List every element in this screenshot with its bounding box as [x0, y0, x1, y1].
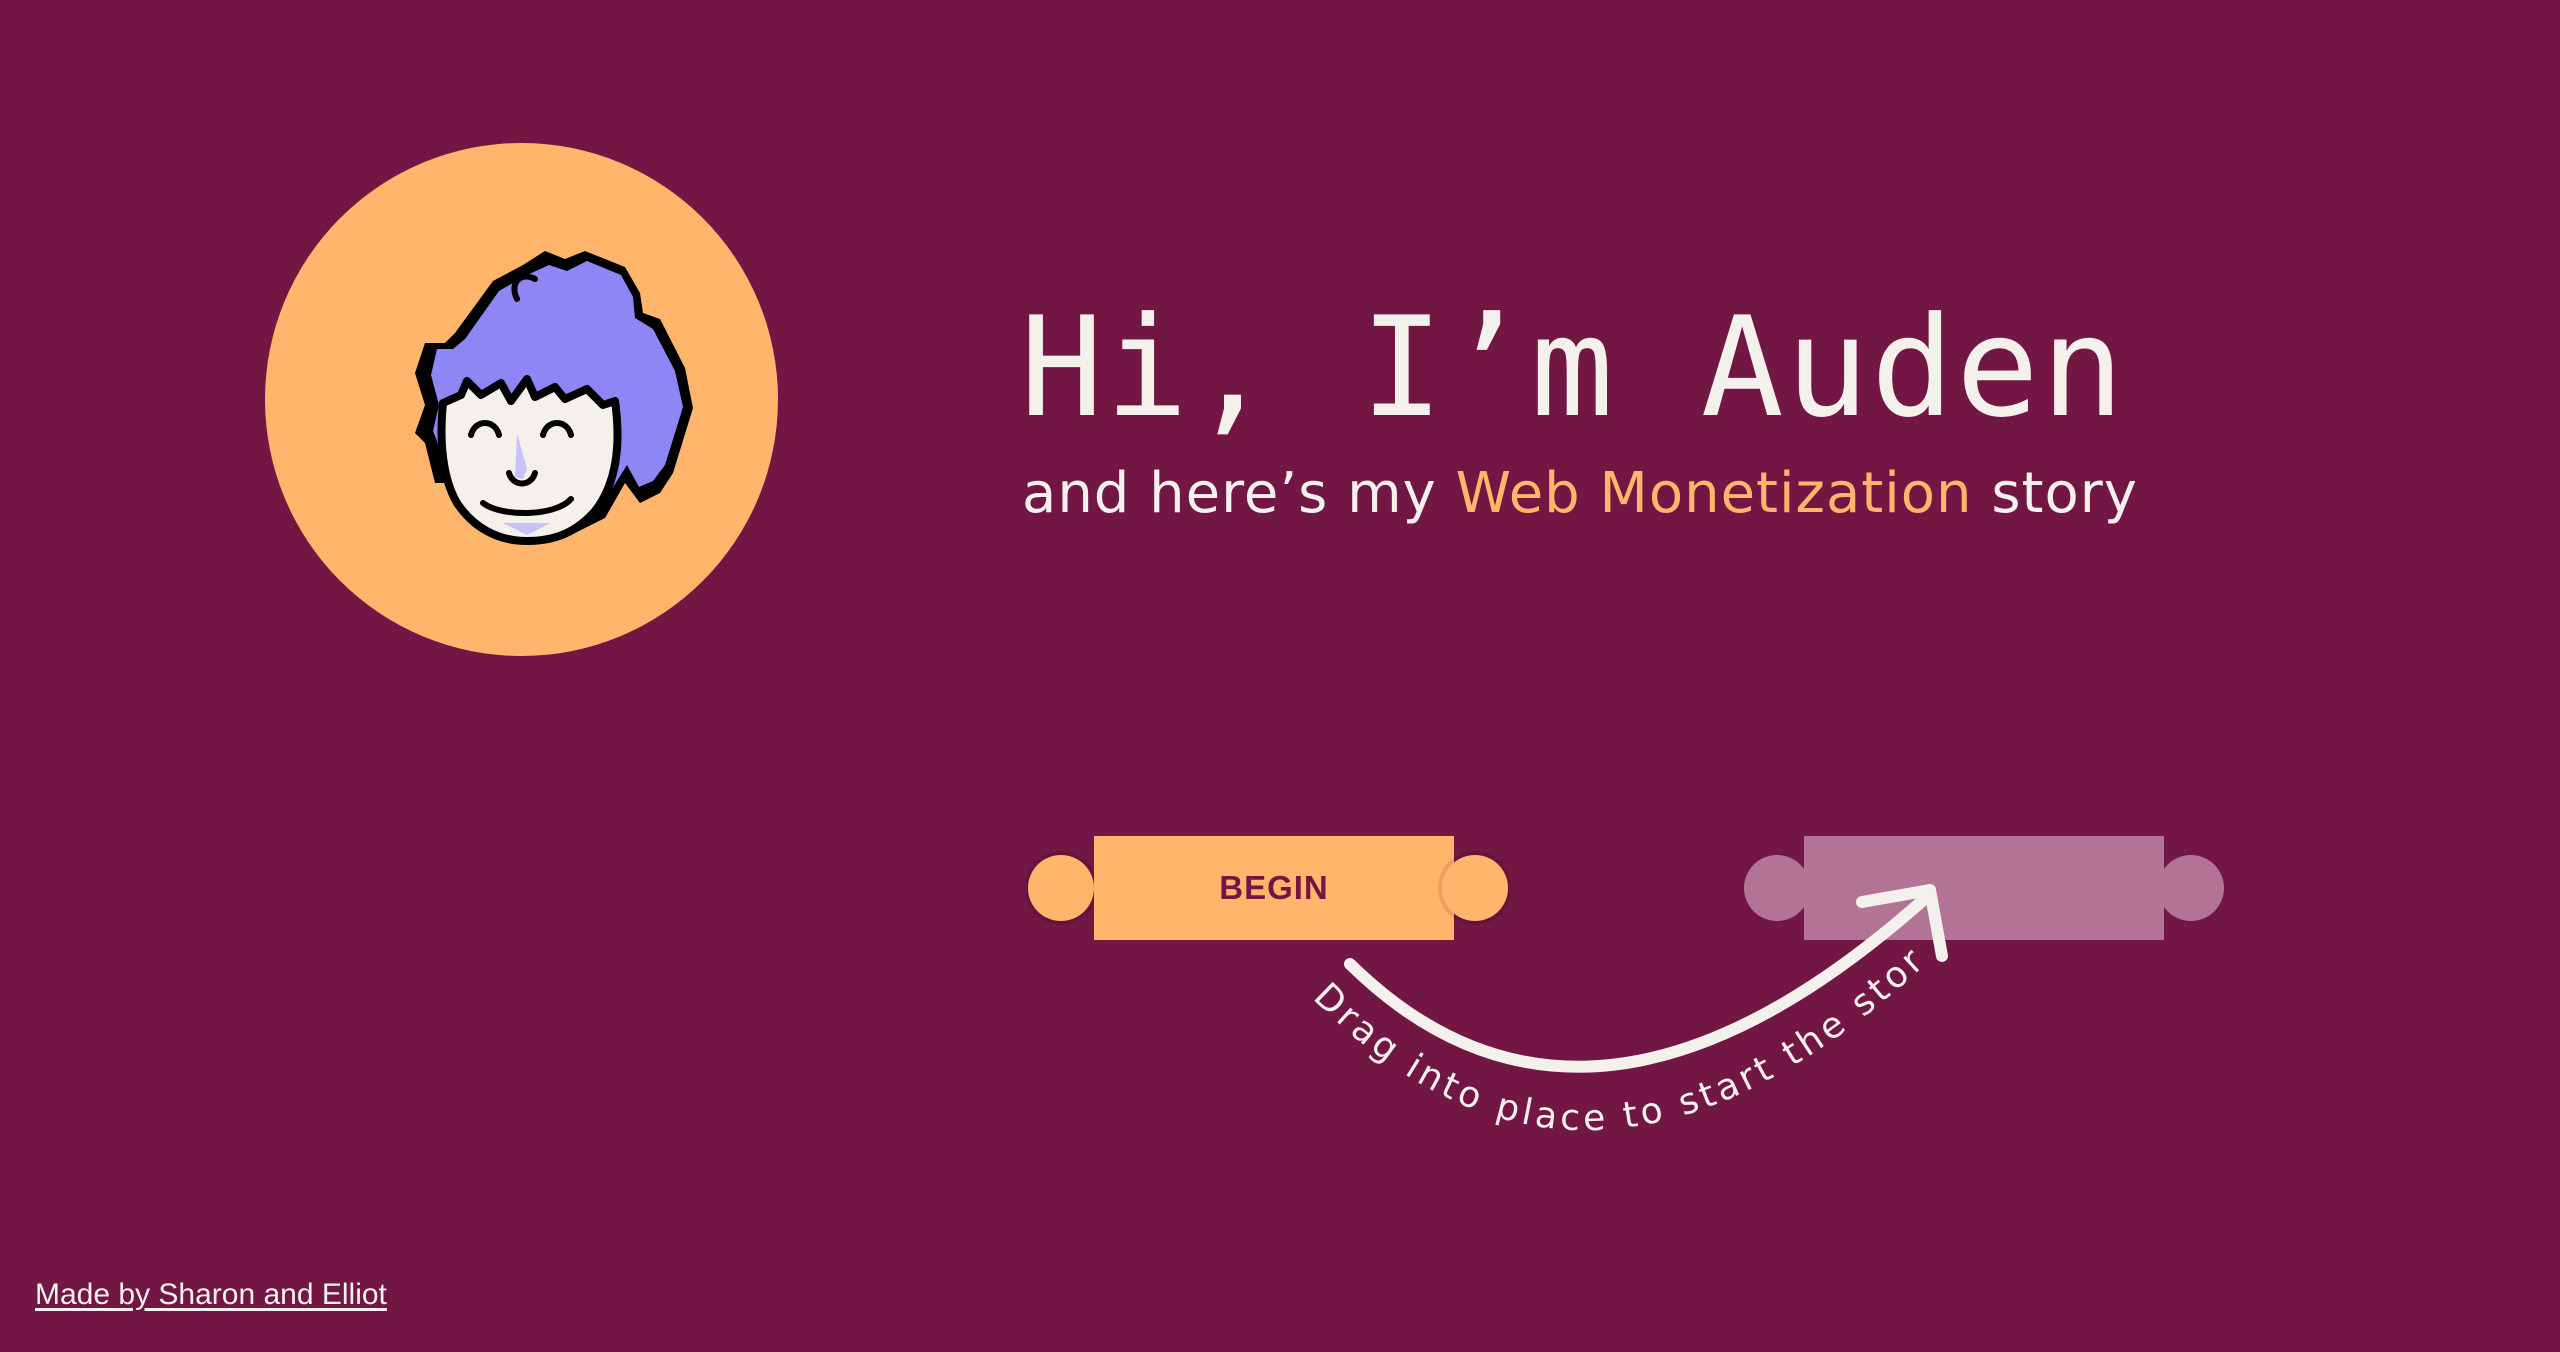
begin-drag-handle[interactable]: BEGIN: [1022, 834, 1514, 942]
page-subtitle: and here’s my Web Monetization story: [1022, 458, 2137, 530]
subtitle-highlight: Web Monetization: [1455, 461, 1973, 526]
drag-knob-right: [1442, 855, 1508, 921]
subtitle-text-after: story: [1972, 461, 2138, 526]
page-title: Hi, I’m Auden: [1020, 287, 2127, 448]
avatar: [265, 143, 778, 656]
slot-bar: [1804, 836, 2164, 940]
begin-button[interactable]: BEGIN: [1094, 836, 1454, 940]
drag-knob-left: [1028, 855, 1094, 921]
slot-knob-left: [1744, 855, 1810, 921]
subtitle-text-before: and here’s my: [1022, 461, 1456, 526]
auden-face-icon: [415, 251, 693, 545]
credit-link[interactable]: Made by Sharon and Elliot: [35, 1278, 387, 1312]
story-drop-target[interactable]: [1738, 834, 2230, 942]
slot-knob-right: [2158, 855, 2224, 921]
